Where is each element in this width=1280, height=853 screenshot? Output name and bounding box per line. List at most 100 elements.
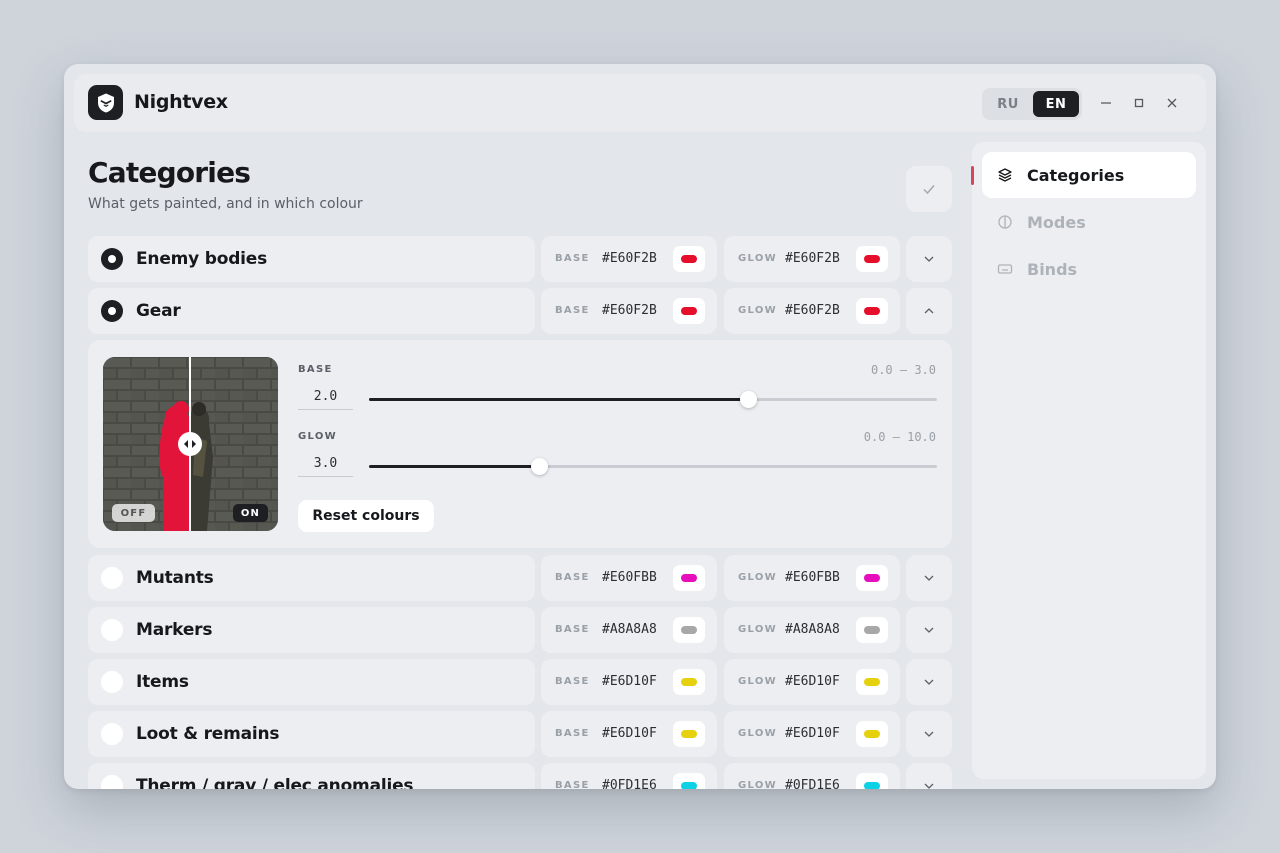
category-radio[interactable] [101, 248, 123, 270]
title-bar: Nightvex RU EN [74, 74, 1206, 132]
expand-button[interactable] [906, 236, 952, 282]
base-swatch-button[interactable] [673, 565, 705, 591]
lang-ru-button[interactable]: RU [985, 91, 1031, 117]
glow-swatch-button[interactable] [856, 298, 888, 324]
minimize-icon[interactable] [1096, 93, 1116, 113]
category-radio[interactable] [101, 300, 123, 322]
glow-tag: GLOW [738, 780, 777, 789]
page-title: Categories [88, 156, 251, 189]
expand-button[interactable] [906, 607, 952, 653]
base-slider[interactable] [369, 391, 937, 408]
glow-swatch [864, 782, 880, 789]
base-hex: #E60F2B [602, 303, 657, 318]
glow-slider[interactable] [369, 458, 937, 475]
glow-tag: GLOW [738, 253, 777, 264]
close-icon[interactable] [1162, 93, 1182, 113]
category-label: Items [136, 672, 189, 692]
split-handle-icon[interactable] [178, 432, 202, 456]
expand-button[interactable] [906, 659, 952, 705]
category-name-cell[interactable]: Markers [88, 607, 535, 653]
base-slider-thumb[interactable] [739, 391, 757, 408]
category-name-cell[interactable]: Enemy bodies [88, 236, 535, 282]
collapse-button[interactable] [906, 288, 952, 334]
base-hex: #A8A8A8 [602, 622, 657, 637]
glow-swatch-button[interactable] [856, 565, 888, 591]
gear-settings-panel: OFF ON BASE 0.0 – 3.0 2.0 GLOW 0.0 – 10.… [88, 340, 952, 548]
glow-color-field[interactable]: GLOW #E60FBB [724, 555, 900, 601]
category-name-cell[interactable]: Therm / grav / elec anomalies [88, 763, 535, 789]
glow-slider-thumb[interactable] [531, 458, 549, 475]
base-color-field[interactable]: BASE #E6D10F [541, 659, 717, 705]
confirm-button[interactable] [906, 166, 952, 212]
expand-button[interactable] [906, 711, 952, 757]
base-color-field[interactable]: BASE #E60FBB [541, 555, 717, 601]
category-name-cell[interactable]: Loot & remains [88, 711, 535, 757]
base-color-field[interactable]: BASE #E60F2B [541, 288, 717, 334]
category-row-enemy-bodies: Enemy bodies BASE #E60F2B GLOW #E60F2B [64, 236, 964, 282]
category-radio[interactable] [101, 619, 123, 641]
glow-color-field[interactable]: GLOW #A8A8A8 [724, 607, 900, 653]
chevron-down-icon [924, 575, 934, 581]
base-swatch-button[interactable] [673, 617, 705, 643]
maximize-icon[interactable] [1129, 93, 1149, 113]
category-radio[interactable] [101, 567, 123, 589]
glow-swatch-button[interactable] [856, 773, 888, 789]
base-tag: BASE [555, 305, 590, 316]
preview-off-badge: OFF [112, 504, 155, 522]
base-swatch-button[interactable] [673, 773, 705, 789]
base-hex: #E6D10F [602, 674, 657, 689]
category-radio[interactable] [101, 671, 123, 693]
glow-swatch [864, 730, 880, 738]
category-label: Gear [136, 301, 181, 321]
base-swatch [681, 782, 697, 789]
sidebar-item-modes[interactable]: Modes [982, 199, 1196, 245]
category-radio[interactable] [101, 723, 123, 745]
glow-color-field[interactable]: GLOW #E60F2B [724, 236, 900, 282]
sidebar-item-categories[interactable]: Categories [982, 152, 1196, 198]
glow-swatch-button[interactable] [856, 617, 888, 643]
glow-swatch-button[interactable] [856, 669, 888, 695]
glow-swatch-button[interactable] [856, 246, 888, 272]
base-swatch-button[interactable] [673, 721, 705, 747]
base-swatch [681, 626, 697, 634]
category-name-cell[interactable]: Items [88, 659, 535, 705]
glow-slider-label: GLOW [298, 431, 337, 442]
before-after-preview[interactable]: OFF ON [103, 357, 278, 531]
glow-color-field[interactable]: GLOW #0FD1E6 [724, 763, 900, 789]
base-swatch-button[interactable] [673, 298, 705, 324]
base-swatch-button[interactable] [673, 669, 705, 695]
base-swatch [681, 574, 697, 582]
sidebar-item-binds[interactable]: Binds [982, 246, 1196, 292]
sidebar-item-label: Modes [1027, 213, 1086, 232]
base-slider-label: BASE [298, 364, 333, 375]
glow-swatch [864, 255, 880, 263]
check-icon [923, 185, 935, 195]
glow-color-field[interactable]: GLOW #E60F2B [724, 288, 900, 334]
base-swatch-button[interactable] [673, 246, 705, 272]
category-row-anomalies: Therm / grav / elec anomalies BASE #0FD1… [64, 763, 964, 789]
glow-tag: GLOW [738, 624, 777, 635]
base-tag: BASE [555, 676, 590, 687]
category-radio[interactable] [101, 775, 123, 789]
expand-button[interactable] [906, 555, 952, 601]
base-color-field[interactable]: BASE #0FD1E6 [541, 763, 717, 789]
glow-hex: #E6D10F [785, 726, 840, 741]
sidebar-item-label: Binds [1027, 260, 1078, 279]
category-name-cell[interactable]: Mutants [88, 555, 535, 601]
glow-color-field[interactable]: GLOW #E6D10F [724, 659, 900, 705]
category-label: Therm / grav / elec anomalies [136, 776, 414, 789]
base-tag: BASE [555, 780, 590, 789]
glow-value-input[interactable]: 3.0 [298, 451, 353, 477]
base-value-input[interactable]: 2.0 [298, 384, 353, 410]
lang-en-button[interactable]: EN [1033, 91, 1079, 117]
reset-colours-button[interactable]: Reset colours [298, 500, 434, 532]
preview-on-badge: ON [233, 504, 268, 522]
base-color-field[interactable]: BASE #E6D10F [541, 711, 717, 757]
category-name-cell[interactable]: Gear [88, 288, 535, 334]
glow-color-field[interactable]: GLOW #E6D10F [724, 711, 900, 757]
expand-button[interactable] [906, 763, 952, 789]
app-logo-icon [88, 85, 123, 120]
base-color-field[interactable]: BASE #E60F2B [541, 236, 717, 282]
glow-swatch-button[interactable] [856, 721, 888, 747]
base-color-field[interactable]: BASE #A8A8A8 [541, 607, 717, 653]
